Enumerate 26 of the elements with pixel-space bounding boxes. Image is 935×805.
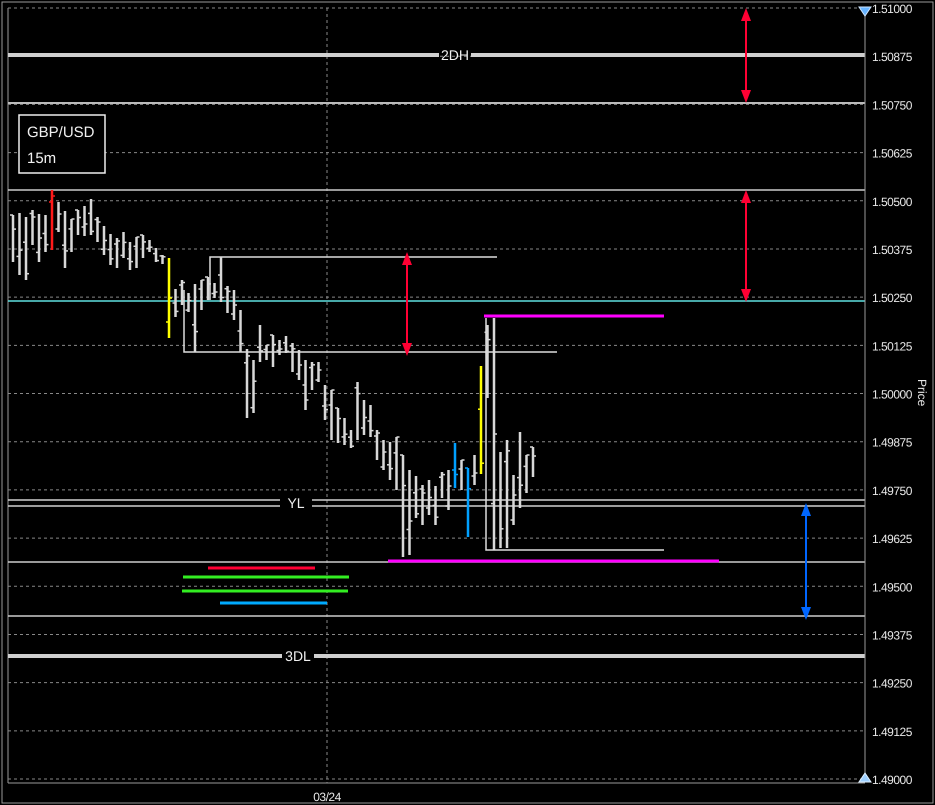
price-tick-label: 1.50875 [872,50,912,64]
scroll-down-icon[interactable] [858,6,872,17]
level-label: 2DH [441,47,469,63]
price-tick-label: 1.49500 [872,580,912,594]
price-tick-label: 1.50625 [872,146,912,161]
price-tick-label: 1.49625 [872,532,912,546]
price-tick-label: 1.49875 [872,436,912,450]
date-tick-label: 03/24 [313,790,341,804]
price-tick-label: 1.50375 [872,242,912,257]
price-tick-label: 1.49750 [872,484,912,498]
price-tick-label: 1.50500 [872,194,912,209]
price-tick-label: 1.49375 [872,628,912,642]
level-label: YL [287,495,305,511]
timeframe-label: 15m [27,150,56,167]
price-tick-label: 1.49125 [872,724,912,739]
price-tick-label: 1.50750 [872,98,912,112]
price-tick-label: 1.50000 [872,388,912,402]
price-tick-label: 1.50250 [872,291,912,306]
price-tick-label: 1.51000 [872,2,912,16]
price-tick-label: 1.49000 [872,773,912,787]
currency-pair-label: GBP/USD [27,124,95,141]
axis-title: Price [915,379,929,406]
scroll-up-icon[interactable] [858,772,872,782]
price-tick-label: 1.49250 [872,676,912,691]
level-label: 3DL [285,648,311,664]
price-tick-label: 1.50125 [872,339,912,354]
